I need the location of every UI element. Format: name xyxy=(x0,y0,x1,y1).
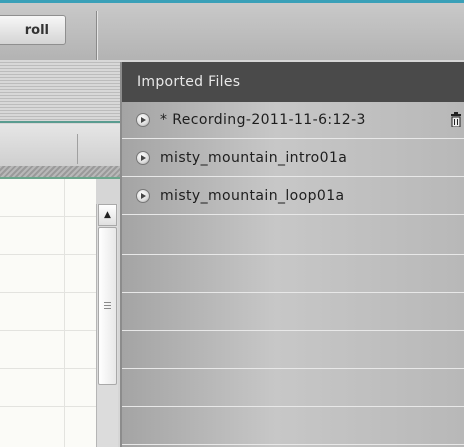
column-divider xyxy=(77,134,78,164)
grip-icon xyxy=(104,301,111,311)
play-circle-icon[interactable] xyxy=(136,113,150,127)
empty-row-divider xyxy=(122,368,464,369)
file-item[interactable]: * Recording-2011-11-6:12-3 xyxy=(122,102,464,139)
grid-row-line xyxy=(0,368,96,369)
track-canvas[interactable] xyxy=(0,179,96,447)
file-item-label: misty_mountain_intro01a xyxy=(160,150,348,166)
scroll-up-button[interactable]: ▲ xyxy=(98,204,117,226)
empty-row-divider xyxy=(122,406,464,407)
imported-files-panel: Imported Files * Recording-2011-11-6:12-… xyxy=(120,62,464,447)
play-circle-icon[interactable] xyxy=(136,189,150,203)
grid-row-line xyxy=(0,292,96,293)
toolbar-divider xyxy=(96,11,97,61)
file-item[interactable]: misty_mountain_loop01a xyxy=(122,178,464,215)
file-item-label: misty_mountain_loop01a xyxy=(160,188,345,204)
empty-row-divider xyxy=(122,444,464,445)
scroll-up-arrow-icon: ▲ xyxy=(104,210,111,220)
grid-row-line xyxy=(0,254,96,255)
grid-row-line xyxy=(0,330,96,331)
piano-roll-button[interactable]: roll xyxy=(0,15,66,45)
play-circle-icon[interactable] xyxy=(136,151,150,165)
grid-row-line xyxy=(0,406,96,407)
timeline-ruler xyxy=(0,60,124,122)
vertical-scrollbar[interactable]: ▲ xyxy=(96,204,118,447)
panel-title-text: Imported Files xyxy=(137,74,241,90)
grid-row-line xyxy=(0,216,96,217)
empty-row-divider xyxy=(122,330,464,331)
panel-title: Imported Files xyxy=(122,62,464,102)
track-header-row xyxy=(0,124,124,166)
file-item[interactable]: misty_mountain_intro01a xyxy=(122,140,464,177)
top-toolbar: roll xyxy=(0,0,464,61)
empty-row-divider xyxy=(122,292,464,293)
hatched-strip xyxy=(0,166,124,177)
scroll-thumb[interactable] xyxy=(98,227,117,385)
divider-line xyxy=(0,121,124,123)
empty-row-divider xyxy=(122,254,464,255)
piano-roll-button-label: roll xyxy=(24,22,49,38)
file-item-label: * Recording-2011-11-6:12-3 xyxy=(160,112,366,128)
trash-icon[interactable] xyxy=(450,112,462,127)
